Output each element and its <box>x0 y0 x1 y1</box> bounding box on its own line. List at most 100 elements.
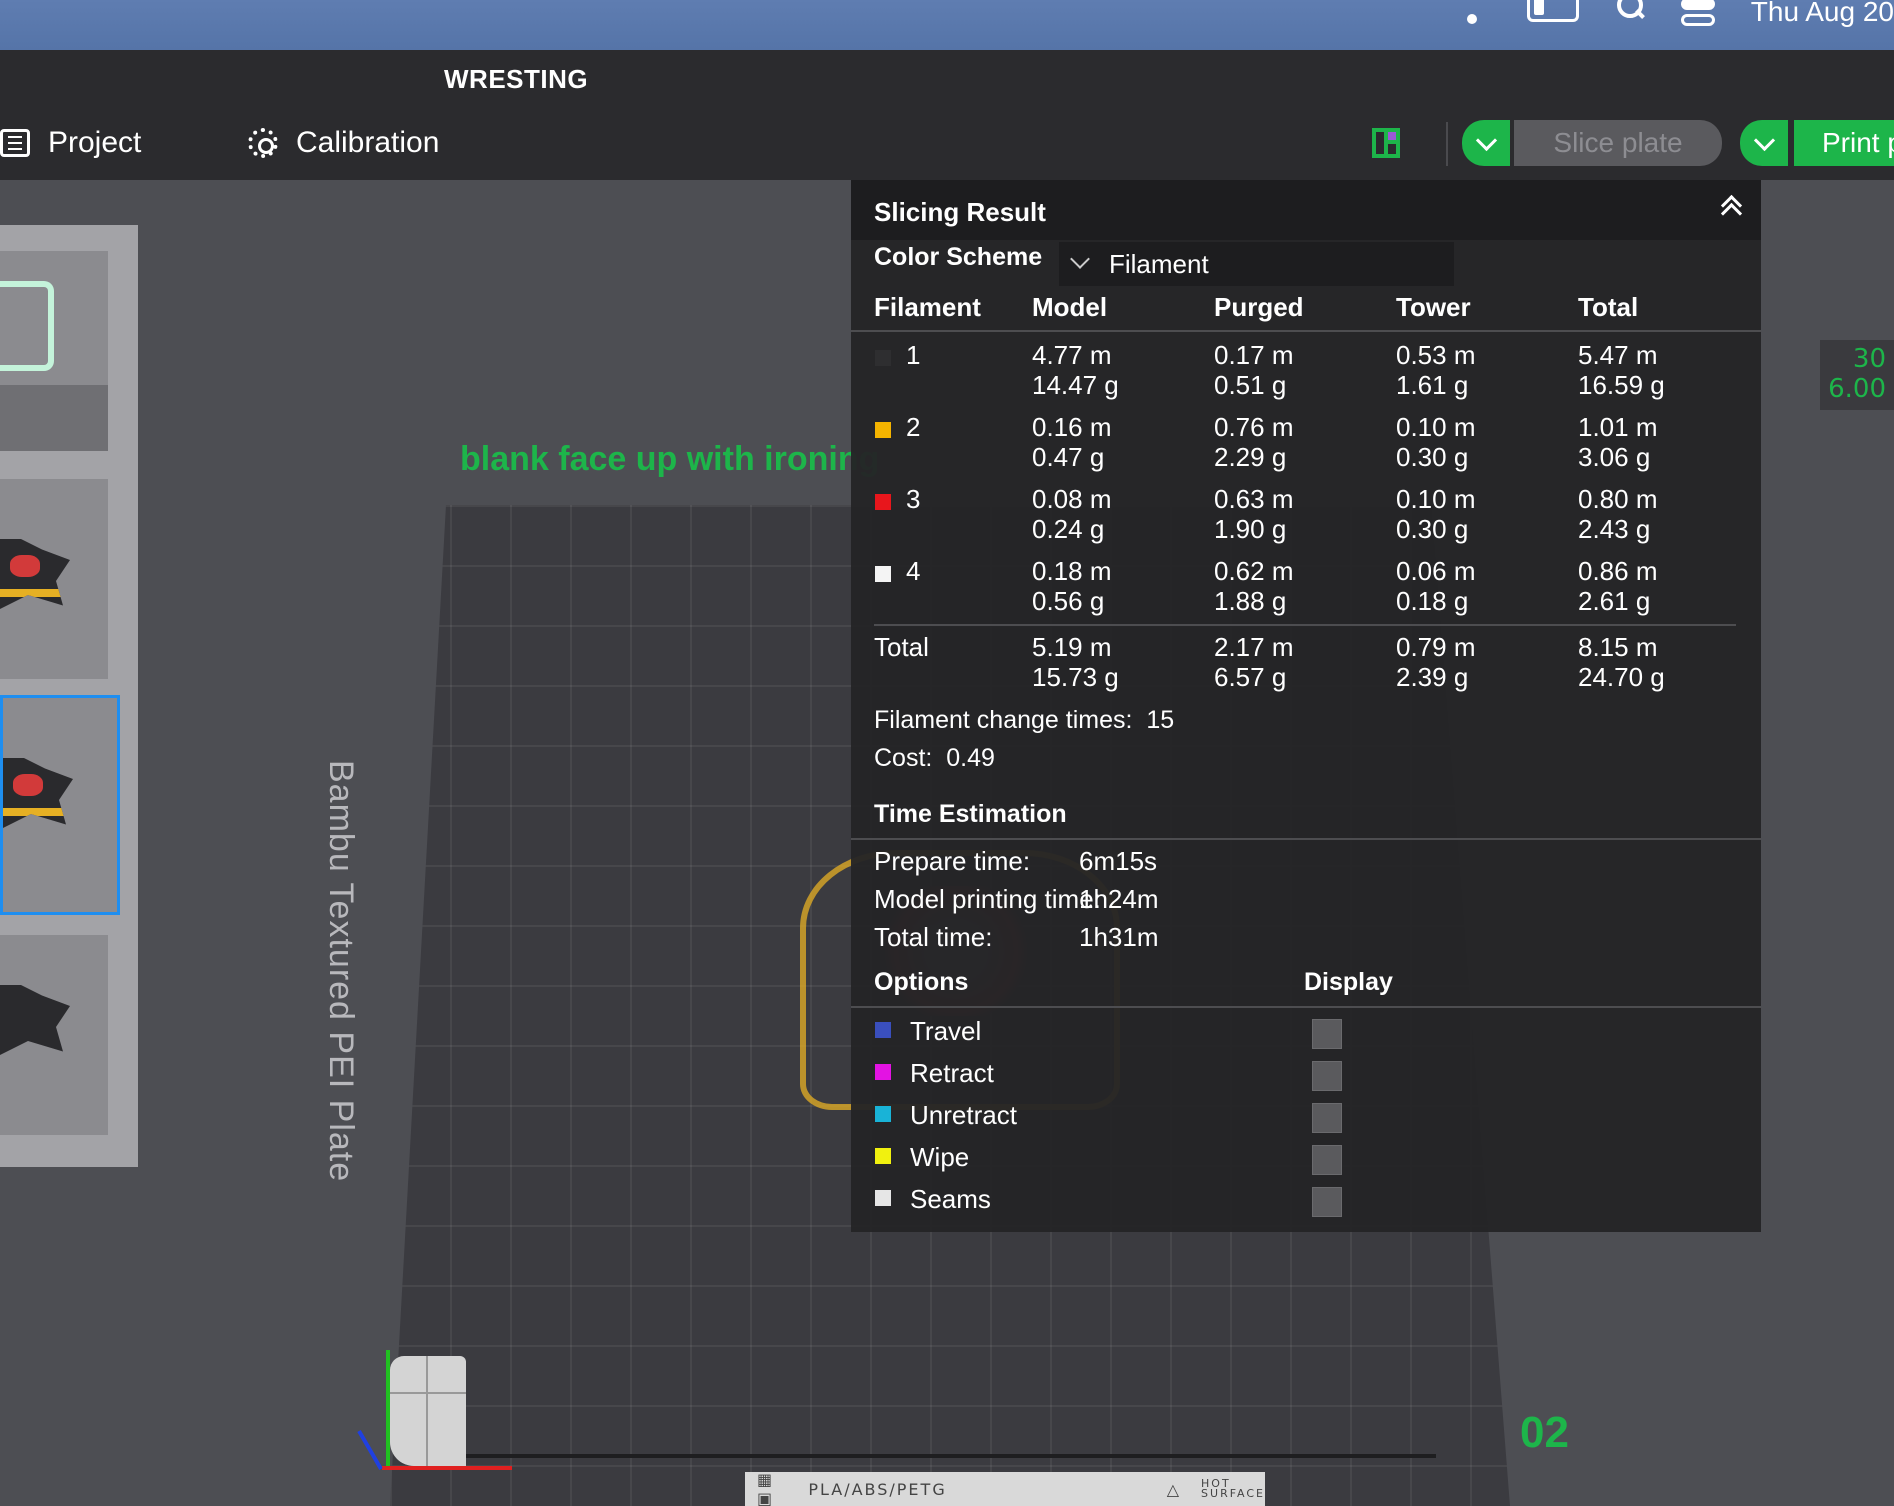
model-printing-time: Model printing time: 1h24m <box>874 884 1159 914</box>
filament-id: 4 <box>906 556 921 586</box>
option-swatch <box>875 1064 891 1080</box>
panel-header: Slicing Result <box>851 180 1761 240</box>
filament-id: 2 <box>906 412 921 442</box>
filament-tower: 0.10 m 0.30 g <box>1396 484 1476 544</box>
filament-tower: 0.10 m 0.30 g <box>1396 412 1476 472</box>
display-checkbox-wipe[interactable] <box>1312 1145 1342 1175</box>
panel-title: Slicing Result <box>874 197 1046 227</box>
plate-edge <box>466 1454 1436 1458</box>
y-axis <box>386 1350 390 1470</box>
hot-surface-warning: HOT SURFACE <box>1201 1478 1265 1500</box>
control-center-icon[interactable] <box>1680 0 1715 28</box>
total-time: Total time: 1h31m <box>874 922 1159 952</box>
col-total: Total <box>1578 292 1639 322</box>
filament-total: 0.86 m 2.61 g <box>1578 556 1658 616</box>
display-checkbox-seams[interactable] <box>1312 1187 1342 1217</box>
option-label: Travel <box>910 1016 982 1046</box>
layer-readout: 30 6.00 <box>1820 340 1894 410</box>
filament-model: 4.77 m 14.47 g <box>1032 340 1119 400</box>
option-label: Seams <box>910 1184 991 1214</box>
col-purged: Purged <box>1214 292 1304 322</box>
total-purged: 2.17 m 6.57 g <box>1214 632 1294 692</box>
prepare-time: Prepare time: 6m15s <box>874 846 1158 876</box>
filament-swatch <box>875 566 891 582</box>
slice-plate-button[interactable]: Slice plate <box>1514 120 1722 166</box>
options-title: Options <box>874 968 969 996</box>
plate-label: Bambu Textured PEI Plate <box>322 760 360 1183</box>
layout-toggle-icon[interactable] <box>1372 128 1400 158</box>
menu-calibration-label: Calibration <box>296 126 440 159</box>
project-title: WRESTING <box>444 64 589 94</box>
filament-id: 3 <box>906 484 921 514</box>
total-divider <box>874 624 1736 626</box>
macos-menu-bar: Thu Aug 20 <box>0 0 1894 50</box>
option-swatch <box>875 1022 891 1038</box>
filament-model: 0.08 m 0.24 g <box>1032 484 1112 544</box>
slicing-result-panel: Slicing Result Color Scheme Filament Fil… <box>851 180 1761 1232</box>
total-total: 8.15 m 24.70 g <box>1578 632 1665 692</box>
filament-tower: 0.53 m 1.61 g <box>1396 340 1476 400</box>
warning-icon: △ <box>1166 1479 1182 1499</box>
filament-total: 0.80 m 2.43 g <box>1578 484 1658 544</box>
color-scheme-select[interactable]: Filament <box>1059 242 1454 286</box>
list-icon <box>0 129 30 157</box>
plate-thumbnail-4[interactable] <box>0 935 108 1135</box>
filament-swatch <box>875 350 891 366</box>
option-label: Retract <box>910 1058 994 1088</box>
menu-calibration[interactable]: Calibration <box>248 126 439 160</box>
menu-bar-clock[interactable]: Thu Aug 20 <box>1751 0 1894 26</box>
battery-icon[interactable] <box>1526 0 1579 22</box>
menu-project[interactable]: Project <box>0 126 141 160</box>
header-divider <box>851 330 1761 332</box>
col-tower: Tower <box>1396 292 1471 322</box>
color-scheme-label: Color Scheme <box>874 243 1043 271</box>
option-swatch <box>875 1106 891 1122</box>
display-checkbox-travel[interactable] <box>1312 1019 1342 1049</box>
navigation-cube[interactable] <box>390 1356 466 1466</box>
menu-project-label: Project <box>48 126 142 159</box>
collapse-icon[interactable] <box>1719 194 1743 218</box>
plate-note: blank face up with ironing <box>460 440 880 478</box>
plate-list <box>0 225 138 1167</box>
header-divider <box>1446 122 1448 166</box>
col-model: Model <box>1032 292 1108 322</box>
filament-swatch <box>875 494 891 510</box>
filament-total: 1.01 m 3.06 g <box>1578 412 1658 472</box>
filament-model: 0.16 m 0.47 g <box>1032 412 1112 472</box>
option-swatch <box>875 1148 891 1164</box>
cost: Cost: 0.49 <box>874 744 995 772</box>
total-tower: 0.79 m 2.39 g <box>1396 632 1476 692</box>
filament-id: 1 <box>906 340 921 370</box>
plate-bottom-strip: ▦ ▣ PLA/ABS/PETG △ HOT SURFACE <box>745 1470 1265 1506</box>
print-button[interactable]: Print p <box>1794 120 1894 166</box>
layer-readout-bottom: 6.00 <box>1828 374 1886 404</box>
option-label: Wipe <box>910 1142 970 1172</box>
print-options-dropdown[interactable] <box>1740 120 1788 166</box>
stats-icon <box>0 281 54 371</box>
wifi-icon[interactable] <box>1453 0 1491 26</box>
filament-model: 0.18 m 0.56 g <box>1032 556 1112 616</box>
plate-thumbnail-2[interactable] <box>0 479 108 679</box>
total-label: Total <box>874 632 929 662</box>
spotlight-search-icon[interactable] <box>1615 0 1645 26</box>
plate-thumbnail-3-selected[interactable] <box>0 695 120 915</box>
option-label: Unretract <box>910 1100 1017 1130</box>
option-swatch <box>875 1190 891 1206</box>
gear-icon <box>248 128 278 158</box>
filament-total: 5.47 m 16.59 g <box>1578 340 1665 400</box>
filament-purged: 0.63 m 1.90 g <box>1214 484 1294 544</box>
display-checkbox-unretract[interactable] <box>1312 1103 1342 1133</box>
plate-thumbnail-1[interactable] <box>0 251 108 451</box>
surface-text: SURFACE <box>1201 1487 1265 1500</box>
options-divider <box>851 1006 1761 1008</box>
x-axis <box>382 1466 512 1470</box>
filament-change-times: Filament change times: 15 <box>874 706 1175 734</box>
total-model: 5.19 m 15.73 g <box>1032 632 1119 692</box>
display-checkbox-retract[interactable] <box>1312 1061 1342 1091</box>
plate-grid-icon: ▦ ▣ <box>757 1470 775 1506</box>
plate-number: 02 <box>1520 1408 1569 1457</box>
slice-options-dropdown[interactable] <box>1462 120 1510 166</box>
plate-filament-types: PLA/ABS/PETG <box>808 1479 947 1499</box>
display-title: Display <box>1304 968 1393 996</box>
filament-swatch <box>875 422 891 438</box>
